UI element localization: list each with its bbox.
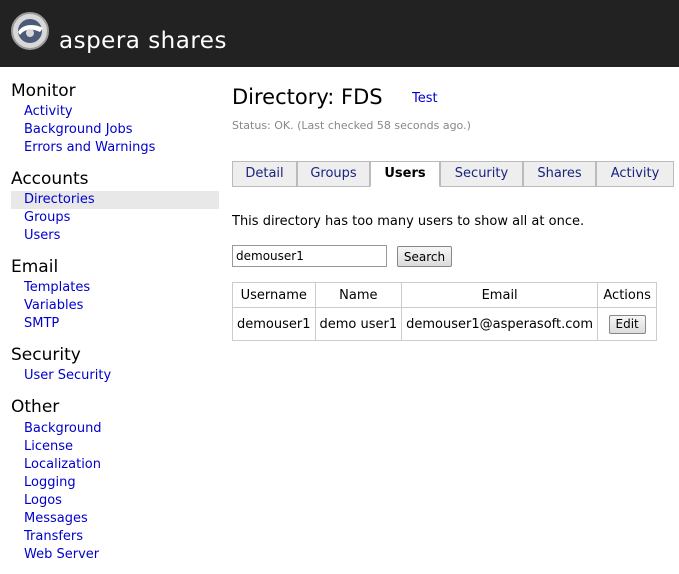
tab-users[interactable]: Users xyxy=(370,161,440,187)
edit-user-button[interactable]: Edit xyxy=(608,314,646,334)
page-title: Directory: FDS xyxy=(232,85,383,109)
column-header-name: Name xyxy=(314,282,403,308)
column-header-email: Email xyxy=(401,282,599,308)
sidebar-section-email: Email xyxy=(11,257,59,277)
sidebar-item-directories[interactable]: Directories xyxy=(11,191,219,209)
sidebar-item-localization[interactable]: Localization xyxy=(11,456,219,474)
sidebar-section-other: Other xyxy=(11,397,60,417)
sidebar-item-web-server[interactable]: Web Server xyxy=(11,546,219,564)
tab-detail[interactable]: Detail xyxy=(232,161,297,187)
app-header: aspera shares xyxy=(0,0,679,67)
sidebar-item-messages[interactable]: Messages xyxy=(11,510,219,528)
sidebar-item-logos[interactable]: Logos xyxy=(11,492,219,510)
cell-username: demouser1 xyxy=(232,307,316,341)
sidebar-item-license[interactable]: License xyxy=(11,438,219,456)
table-row: demouser1 demo user1 demouser1@asperasof… xyxy=(232,307,658,341)
sidebar-item-logging[interactable]: Logging xyxy=(11,474,219,492)
tabs-divider xyxy=(232,186,674,187)
sidebar-item-user-security[interactable]: User Security xyxy=(11,367,219,385)
directory-tabs: Detail Groups Users Security Shares Acti… xyxy=(232,161,679,187)
sidebar-item-groups[interactable]: Groups xyxy=(11,209,219,227)
cell-email: demouser1@asperasoft.com xyxy=(401,307,599,341)
too-many-users-notice: This directory has too many users to sho… xyxy=(232,214,585,229)
sidebar-item-background[interactable]: Background xyxy=(11,420,219,438)
sidebar-section-monitor: Monitor xyxy=(11,81,76,101)
search-button[interactable]: Search xyxy=(397,246,452,267)
cell-actions: Edit xyxy=(597,307,658,341)
brand-name: aspera shares xyxy=(59,28,227,54)
sidebar-item-errors-and-warnings[interactable]: Errors and Warnings xyxy=(11,139,219,157)
aspera-logo-icon[interactable] xyxy=(10,11,50,51)
sidebar-item-activity[interactable]: Activity xyxy=(11,103,219,121)
users-table: Username Name Email Actions demouser1 de… xyxy=(232,282,658,341)
test-link[interactable]: Test xyxy=(412,90,438,108)
sidebar-item-variables[interactable]: Variables xyxy=(11,297,219,315)
user-search-input[interactable] xyxy=(232,245,387,267)
tab-shares[interactable]: Shares xyxy=(523,161,596,187)
tab-security[interactable]: Security xyxy=(440,161,523,187)
table-header-row: Username Name Email Actions xyxy=(232,282,658,308)
sidebar-item-users[interactable]: Users xyxy=(11,227,219,245)
sidebar-item-smtp[interactable]: SMTP xyxy=(11,315,219,333)
sidebar-section-accounts: Accounts xyxy=(11,169,89,189)
cell-name: demo user1 xyxy=(314,307,403,341)
sidebar-item-background-jobs[interactable]: Background Jobs xyxy=(11,121,219,139)
sidebar-section-security: Security xyxy=(11,345,81,365)
tab-groups[interactable]: Groups xyxy=(297,161,370,187)
tab-activity[interactable]: Activity xyxy=(596,161,674,187)
column-header-username: Username xyxy=(232,282,316,308)
sidebar-item-templates[interactable]: Templates xyxy=(11,279,219,297)
status-text: Status: OK. (Last checked 58 seconds ago… xyxy=(232,119,471,132)
column-header-actions: Actions xyxy=(597,282,658,308)
sidebar-item-transfers[interactable]: Transfers xyxy=(11,528,219,546)
